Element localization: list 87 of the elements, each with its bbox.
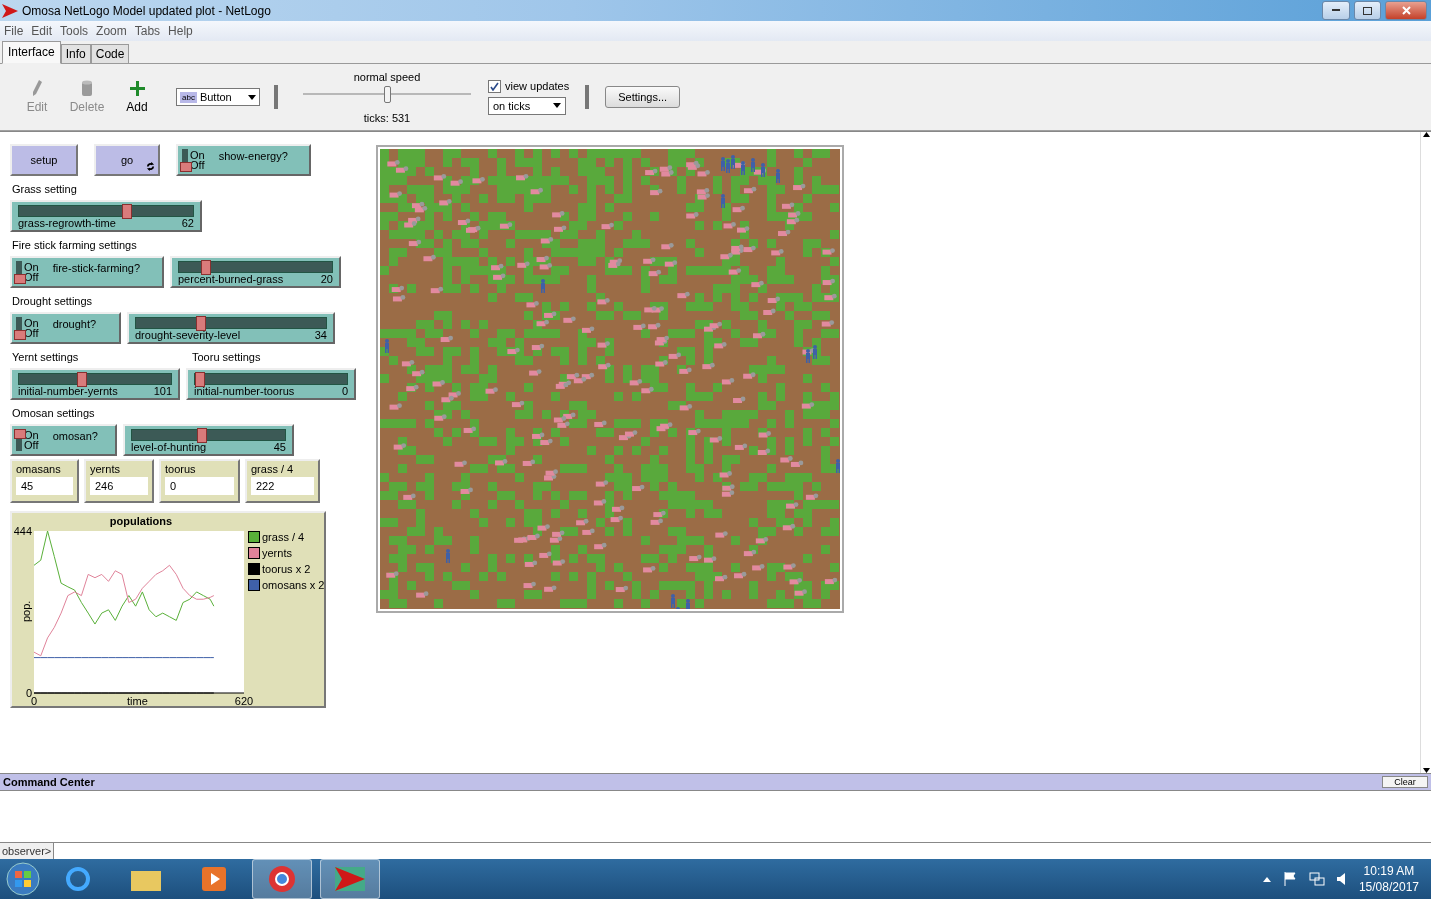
- panel-title: Command Center: [3, 776, 95, 788]
- slider-thumb[interactable]: [121, 204, 132, 219]
- tick-label: 0: [25, 687, 32, 699]
- section-label: Fire stick farming settings: [11, 238, 138, 253]
- close-button[interactable]: [1385, 1, 1427, 20]
- slider-thumb[interactable]: [195, 372, 205, 387]
- legend-label: yernts: [262, 547, 292, 559]
- play-icon: [202, 867, 226, 891]
- menu-item[interactable]: Edit: [31, 24, 53, 38]
- monitor-value: 222: [251, 477, 314, 495]
- settings-button[interactable]: Settings...: [605, 86, 681, 108]
- pencil-icon: [32, 80, 42, 96]
- menu-item[interactable]: Help: [168, 24, 193, 38]
- scroll-up-icon[interactable]: [1422, 132, 1430, 137]
- slider-thumb[interactable]: [200, 260, 211, 275]
- monitor-label: toorus: [165, 463, 197, 475]
- slider[interactable]: initial-number-yernts 101: [10, 368, 180, 400]
- checkbox[interactable]: [488, 79, 501, 93]
- section-label: Yernt settings: [11, 350, 80, 365]
- caret-icon: [248, 94, 256, 100]
- legend-label: omosans x 2: [262, 579, 325, 591]
- slider[interactable]: drought-severity-level 34: [127, 312, 335, 344]
- plot-title: populations: [108, 515, 174, 527]
- monitor-label: grass / 4: [251, 463, 295, 475]
- axis-label: time: [127, 695, 148, 706]
- menu-item[interactable]: Tools: [60, 24, 89, 38]
- taskbar-app[interactable]: [320, 859, 380, 899]
- run-button[interactable]: setup: [10, 144, 78, 176]
- browser-icon: [64, 865, 92, 893]
- maximize-button[interactable]: [1354, 1, 1381, 20]
- speaker-icon[interactable]: [1336, 872, 1347, 886]
- slider[interactable]: initial-number-toorus 0: [186, 368, 356, 400]
- start-button[interactable]: [6, 862, 40, 896]
- minimize-button[interactable]: [1322, 1, 1350, 20]
- legend-label: grass / 4: [262, 531, 305, 543]
- caret-icon: [553, 103, 561, 108]
- monitor-value: 45: [16, 477, 73, 495]
- menu-item[interactable]: File: [4, 24, 24, 38]
- section-label: Grass setting: [11, 182, 78, 197]
- speed-label: normal speed: [353, 70, 421, 83]
- menu-item[interactable]: Zoom: [96, 24, 127, 38]
- section-label: Omosan settings: [11, 406, 96, 421]
- clock[interactable]: 10:19 AM 15/08/2017: [1358, 863, 1419, 895]
- clear-button[interactable]: Clear: [1382, 776, 1428, 788]
- widget-type-dropdown[interactable]: abc Button: [176, 88, 260, 106]
- tab[interactable]: Interface: [2, 41, 61, 64]
- menu-item[interactable]: Tabs: [134, 24, 161, 38]
- network-icon[interactable]: [1308, 872, 1325, 886]
- slider[interactable]: level-of-hunting 45: [123, 424, 294, 456]
- browser-icon: [268, 865, 296, 893]
- tick-label: 444: [13, 525, 32, 537]
- legend-label: toorus x 2: [262, 563, 311, 575]
- checkbox-label: view updates: [505, 80, 570, 92]
- toolbar-button[interactable]: Add: [112, 72, 162, 122]
- slider[interactable]: grass-regrowth-time 62: [10, 200, 202, 232]
- trash-can-icon: [81, 80, 93, 96]
- update-mode-dropdown[interactable]: on ticks: [488, 96, 566, 115]
- monitor-label: yernts: [90, 463, 121, 475]
- slider-thumb[interactable]: [196, 316, 207, 331]
- tick-label: 0: [30, 695, 38, 706]
- monitor-label: omasans: [16, 463, 62, 475]
- close-icon: [1401, 6, 1411, 15]
- slider-thumb[interactable]: [384, 85, 391, 103]
- loop-icon: [146, 162, 155, 171]
- slider-thumb[interactable]: [76, 372, 87, 387]
- flag-icon[interactable]: [1282, 872, 1297, 886]
- tick-label: 620: [234, 695, 254, 706]
- slider[interactable]: percent-burned-grass 20: [170, 256, 341, 288]
- minimize-icon: [1332, 9, 1340, 12]
- tray-arrow-icon[interactable]: [1262, 876, 1271, 882]
- section-label: Drought settings: [11, 294, 94, 309]
- axis-label: pop.: [20, 600, 32, 622]
- maximize-icon: [1363, 6, 1372, 15]
- monitor-value: 246: [90, 477, 148, 495]
- section-label: Tooru settings: [191, 350, 262, 365]
- tab[interactable]: Code: [90, 44, 130, 64]
- taskbar-app[interactable]: [252, 859, 312, 899]
- widget-icon: abc: [180, 91, 197, 103]
- monitor-value: 0: [165, 477, 234, 495]
- app-logo-icon: [335, 867, 365, 891]
- window-title: Omosa NetLogo Model updated plot - NetLogo: [22, 3, 272, 18]
- plus-icon: [129, 80, 145, 96]
- run-button[interactable]: go: [94, 144, 160, 176]
- tab[interactable]: Info: [60, 44, 91, 64]
- tick-counter: ticks: 531: [363, 111, 411, 124]
- app-logo-icon: [2, 3, 18, 18]
- slider-thumb[interactable]: [197, 428, 208, 443]
